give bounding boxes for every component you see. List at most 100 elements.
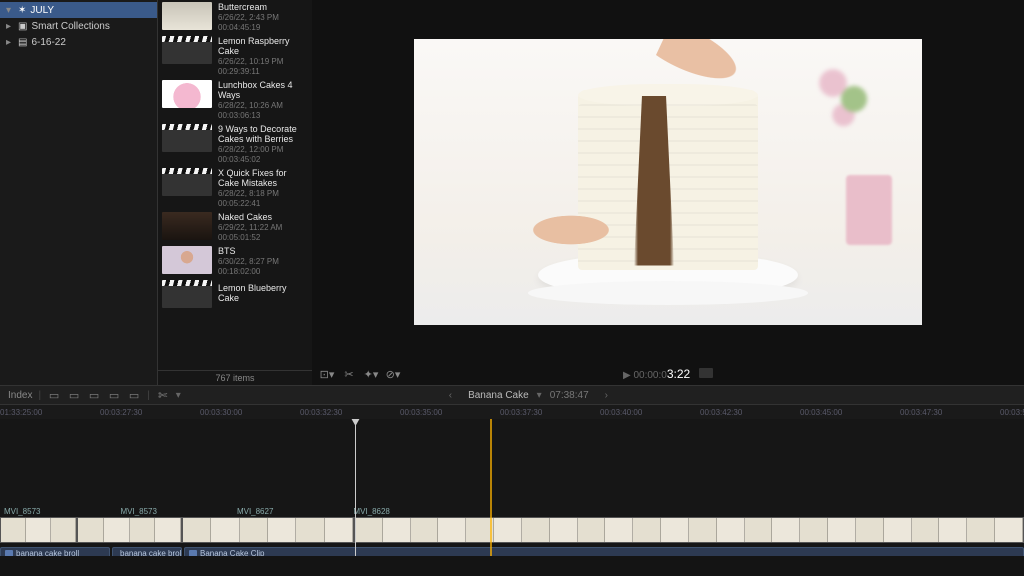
clip-thumbnail[interactable] bbox=[162, 36, 212, 64]
timeline-clip[interactable] bbox=[354, 517, 1024, 543]
disclosure-triangle[interactable]: ▸ bbox=[6, 21, 14, 32]
browser-clip[interactable]: Naked Cakes6/29/22, 11:22 AM00:05:01:52 bbox=[158, 210, 312, 244]
clip-title: X Quick Fixes for Cake Mistakes bbox=[218, 168, 308, 188]
ruler-timecode: 00:03:50:00 bbox=[1000, 408, 1024, 417]
retime-tool-icon[interactable]: ⊘▾ bbox=[386, 368, 400, 380]
timeline-clip-label: MVI_8628 bbox=[353, 507, 389, 517]
browser-clip[interactable]: 9 Ways to Decorate Cakes with Berries6/2… bbox=[158, 122, 312, 166]
browser-clip[interactable]: Lunchbox Cakes 4 Ways6/28/22, 10:26 AM00… bbox=[158, 78, 312, 122]
disclosure-triangle[interactable]: ▾ bbox=[6, 5, 14, 16]
ruler-timecode: 00:03:47:30 bbox=[900, 408, 942, 417]
clip-appearance-icon[interactable]: ▭ bbox=[107, 389, 121, 401]
clip-title: Lunchbox Cakes 4 Ways bbox=[218, 80, 308, 100]
browser-clip[interactable]: Buttercream6/26/22, 2:43 PM00:04:45:19 bbox=[158, 0, 312, 34]
ruler-timecode: 01:33:25:00 bbox=[0, 408, 42, 417]
ruler-timecode: 00:03:45:00 bbox=[800, 408, 842, 417]
enhance-tool-icon[interactable]: ✦▾ bbox=[364, 368, 378, 380]
viewer-timecode: ▶ 00:00:03:22 bbox=[400, 367, 936, 381]
ruler-timecode: 00:03:32:30 bbox=[300, 408, 342, 417]
clip-title: 9 Ways to Decorate Cakes with Berries bbox=[218, 124, 308, 144]
loop-icon[interactable] bbox=[699, 368, 713, 378]
clip-duration: 00:05:01:52 bbox=[218, 233, 282, 242]
clip-title: BTS bbox=[218, 246, 279, 256]
sidebar-item-july[interactable]: ▾ ✶ JULY bbox=[0, 2, 157, 18]
primary-storyline[interactable] bbox=[0, 517, 1024, 543]
clip-date: 6/26/22, 10:19 PM bbox=[218, 57, 308, 66]
viewer[interactable] bbox=[312, 0, 1024, 363]
disclosure-triangle[interactable]: ▸ bbox=[6, 37, 14, 48]
clip-date: 6/26/22, 2:43 PM bbox=[218, 13, 279, 22]
next-edit-icon[interactable]: › bbox=[597, 390, 616, 401]
clip-appearance-icon[interactable]: ▭ bbox=[87, 389, 101, 401]
project-name[interactable]: Banana Cake bbox=[468, 390, 529, 401]
sidebar-label: JULY bbox=[30, 5, 54, 16]
clip-date: 6/30/22, 8:27 PM bbox=[218, 257, 279, 266]
timeline-clip[interactable] bbox=[77, 517, 182, 543]
timeline-clip[interactable] bbox=[182, 517, 354, 543]
connected-clip[interactable]: Banana Cake Clip bbox=[184, 547, 1024, 556]
timeline-ruler[interactable]: 01:33:25:0000:03:27:3000:03:30:0000:03:3… bbox=[0, 405, 1024, 419]
prev-edit-icon[interactable]: ‹ bbox=[441, 390, 460, 401]
timeline-clip[interactable] bbox=[0, 517, 77, 543]
ruler-timecode: 00:03:37:30 bbox=[500, 408, 542, 417]
clip-title: Naked Cakes bbox=[218, 212, 282, 222]
clip-title: Lemon Blueberry Cake bbox=[218, 283, 308, 303]
browser-clip[interactable]: X Quick Fixes for Cake Mistakes6/28/22, … bbox=[158, 166, 312, 210]
browser-clip[interactable]: Lemon Raspberry Cake6/26/22, 10:19 PM00:… bbox=[158, 34, 312, 78]
clip-thumbnail[interactable] bbox=[162, 246, 212, 274]
clip-duration: 00:29:39:11 bbox=[218, 67, 308, 76]
connected-clip[interactable]: banana cake broll bbox=[112, 547, 182, 556]
folder-icon: ▣ bbox=[18, 21, 27, 32]
clip-thumbnail[interactable] bbox=[162, 212, 212, 240]
clip-duration: 00:04:45:19 bbox=[218, 23, 279, 32]
crop-tool-icon[interactable]: ✂ bbox=[342, 368, 356, 380]
clip-duration: 00:18:02:00 bbox=[218, 267, 279, 276]
clip-thumbnail[interactable] bbox=[162, 80, 212, 108]
event-icon: ✶ bbox=[18, 5, 26, 16]
clip-duration: 00:03:45:02 bbox=[218, 155, 308, 164]
transform-tool-icon[interactable]: ⊡▾ bbox=[320, 368, 334, 380]
clip-thumbnail[interactable] bbox=[162, 168, 212, 196]
clip-date: 6/28/22, 12:00 PM bbox=[218, 145, 308, 154]
clip-thumbnail[interactable] bbox=[162, 280, 212, 308]
ruler-timecode: 00:03:35:00 bbox=[400, 408, 442, 417]
playhead[interactable] bbox=[355, 419, 356, 556]
timeline-clip-label: MVI_8573 bbox=[4, 507, 40, 517]
viewer-panel: ⊡▾ ✂ ✦▾ ⊘▾ ▶ 00:00:03:22 bbox=[312, 0, 1024, 385]
timeline-clip-label: MVI_8573 bbox=[120, 507, 156, 517]
clip-date: 6/29/22, 11:22 AM bbox=[218, 223, 282, 232]
connected-clips-row: banana cake broll banana cake broll Bana… bbox=[0, 547, 1024, 556]
timeline-clip-label: MVI_8627 bbox=[237, 507, 273, 517]
sidebar-item-6-16-22[interactable]: ▸ ▤ 6-16-22 bbox=[0, 34, 157, 50]
sidebar-label: 6-16-22 bbox=[31, 37, 65, 48]
clip-date: 6/28/22, 10:26 AM bbox=[218, 101, 308, 110]
clip-thumbnail[interactable] bbox=[162, 124, 212, 152]
clip-thumbnail[interactable] bbox=[162, 2, 212, 30]
connected-clip[interactable]: banana cake broll bbox=[0, 547, 110, 556]
tools-popup-icon[interactable]: ✄ bbox=[156, 389, 170, 401]
clip-list[interactable]: Buttercream6/26/22, 2:43 PM00:04:45:19Le… bbox=[158, 0, 312, 370]
preview-frame bbox=[414, 39, 922, 325]
library-sidebar: ▾ ✶ JULY ▸ ▣ Smart Collections ▸ ▤ 6-16-… bbox=[0, 0, 158, 385]
clip-appearance-icon[interactable]: ▭ bbox=[127, 389, 141, 401]
clip-browser: Buttercream6/26/22, 2:43 PM00:04:45:19Le… bbox=[158, 0, 312, 385]
clip-date: 6/28/22, 8:18 PM bbox=[218, 189, 308, 198]
browser-clip[interactable]: BTS6/30/22, 8:27 PM00:18:02:00 bbox=[158, 244, 312, 278]
browser-clip[interactable]: Lemon Blueberry Cake bbox=[158, 278, 312, 310]
sidebar-label: Smart Collections bbox=[31, 21, 109, 32]
clip-duration: 00:05:22:41 bbox=[218, 199, 308, 208]
viewer-toolbar: ⊡▾ ✂ ✦▾ ⊘▾ ▶ 00:00:03:22 bbox=[312, 363, 1024, 385]
ruler-timecode: 00:03:30:00 bbox=[200, 408, 242, 417]
ruler-timecode: 00:03:40:00 bbox=[600, 408, 642, 417]
clip-duration: 00:03:06:13 bbox=[218, 111, 308, 120]
ruler-timecode: 00:03:42:30 bbox=[700, 408, 742, 417]
sidebar-item-smart-collections[interactable]: ▸ ▣ Smart Collections bbox=[0, 18, 157, 34]
browser-item-count: 767 items bbox=[158, 370, 312, 385]
timeline-toolbar: Index | ▭ ▭ ▭ ▭ ▭ | ✄▾ ‹ Banana Cake ▾ 0… bbox=[0, 385, 1024, 405]
clip-appearance-icon[interactable]: ▭ bbox=[67, 389, 81, 401]
project-duration: 07:38:47 bbox=[550, 390, 589, 401]
timeline-tracks[interactable]: MVI_8573 MVI_8573 MVI_8627 MVI_8628 banana … bbox=[0, 419, 1024, 556]
event-icon: ▤ bbox=[18, 37, 27, 48]
clip-appearance-icon[interactable]: ▭ bbox=[47, 389, 61, 401]
index-button[interactable]: Index bbox=[8, 390, 32, 401]
